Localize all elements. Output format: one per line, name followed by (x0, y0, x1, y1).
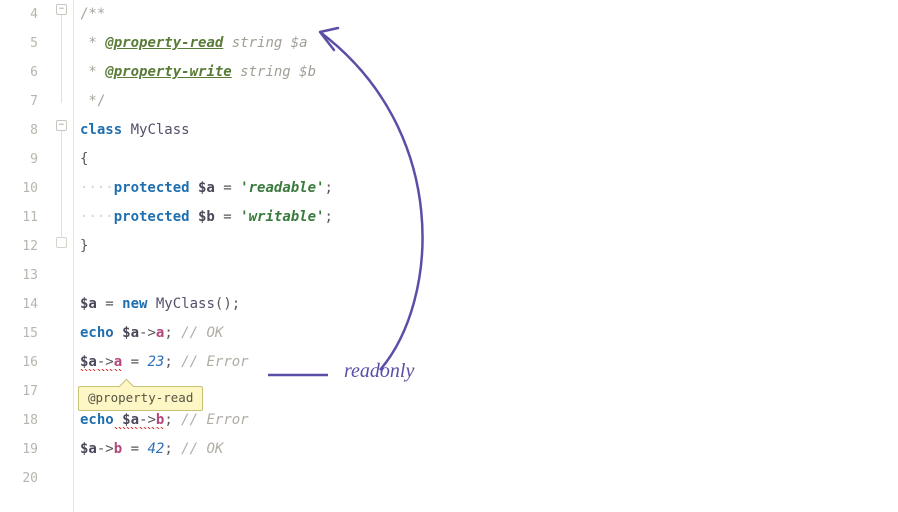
code-line[interactable]: } (80, 232, 898, 261)
line-number: 15 (0, 319, 52, 348)
comment: // Error (173, 412, 249, 428)
line-number: 9 (0, 145, 52, 174)
code-line[interactable]: class MyClass (80, 116, 898, 145)
code-line[interactable]: $a->a = 23; // Error (80, 348, 898, 377)
line-number: 10 (0, 174, 52, 203)
code-line[interactable]: * @property-read string $a (80, 29, 898, 58)
line-number: 13 (0, 261, 52, 290)
line-number: 5 (0, 29, 52, 58)
tooltip-text: @property-read (88, 390, 193, 405)
code-line[interactable] (80, 464, 898, 493)
comment: // OK (173, 441, 224, 457)
line-number: 20 (0, 464, 52, 493)
fold-end-icon (56, 237, 67, 248)
code-line[interactable]: $a = new MyClass(); (80, 290, 898, 319)
comment: // OK (173, 325, 224, 341)
phpdoc-tag: @property-write (105, 64, 231, 80)
code-area[interactable]: /** * @property-read string $a * @proper… (74, 0, 898, 512)
keyword: class (80, 122, 122, 138)
line-number: 11 (0, 203, 52, 232)
code-line[interactable]: echo $a->a; // OK (80, 319, 898, 348)
comment: // Error (173, 354, 249, 370)
code-line[interactable]: */ (80, 87, 898, 116)
annotation-label: readonly (344, 360, 414, 383)
code-line[interactable]: { (80, 145, 898, 174)
code-line[interactable]: ····protected $a = 'readable'; (80, 174, 898, 203)
docblock-delim: /** (80, 6, 105, 22)
inspection-tooltip: @property-read (78, 386, 203, 411)
error-token: $a (80, 354, 97, 371)
code-line[interactable]: echo $a->b; // Error (80, 406, 898, 435)
code-line[interactable] (80, 261, 898, 290)
fold-toggle-icon[interactable]: − (56, 120, 67, 131)
error-token: $a (114, 412, 139, 429)
line-number: 16 (0, 348, 52, 377)
phpdoc-tag: @property-read (105, 35, 223, 51)
line-number-gutter: 4 5 6 7 8 9 10 11 12 13 14 15 16 17 18 1… (0, 0, 52, 512)
fold-gutter: − − (52, 0, 74, 512)
code-line[interactable]: * @property-write string $b (80, 58, 898, 87)
line-number: 6 (0, 58, 52, 87)
fold-toggle-icon[interactable]: − (56, 4, 67, 15)
docblock-delim: */ (80, 93, 105, 109)
line-number: 19 (0, 435, 52, 464)
line-number: 4 (0, 0, 52, 29)
line-number: 12 (0, 232, 52, 261)
whitespace-dots: ···· (80, 209, 114, 225)
code-line[interactable]: ····protected $b = 'writable'; (80, 203, 898, 232)
line-number: 14 (0, 290, 52, 319)
code-editor[interactable]: 4 5 6 7 8 9 10 11 12 13 14 15 16 17 18 1… (0, 0, 898, 512)
class-name: MyClass (122, 122, 189, 138)
line-number: 8 (0, 116, 52, 145)
line-number: 17 (0, 377, 52, 406)
whitespace-dots: ···· (80, 180, 114, 196)
line-number: 7 (0, 87, 52, 116)
code-line[interactable]: /** (80, 0, 898, 29)
line-number: 18 (0, 406, 52, 435)
code-line[interactable]: $a->b = 42; // OK (80, 435, 898, 464)
